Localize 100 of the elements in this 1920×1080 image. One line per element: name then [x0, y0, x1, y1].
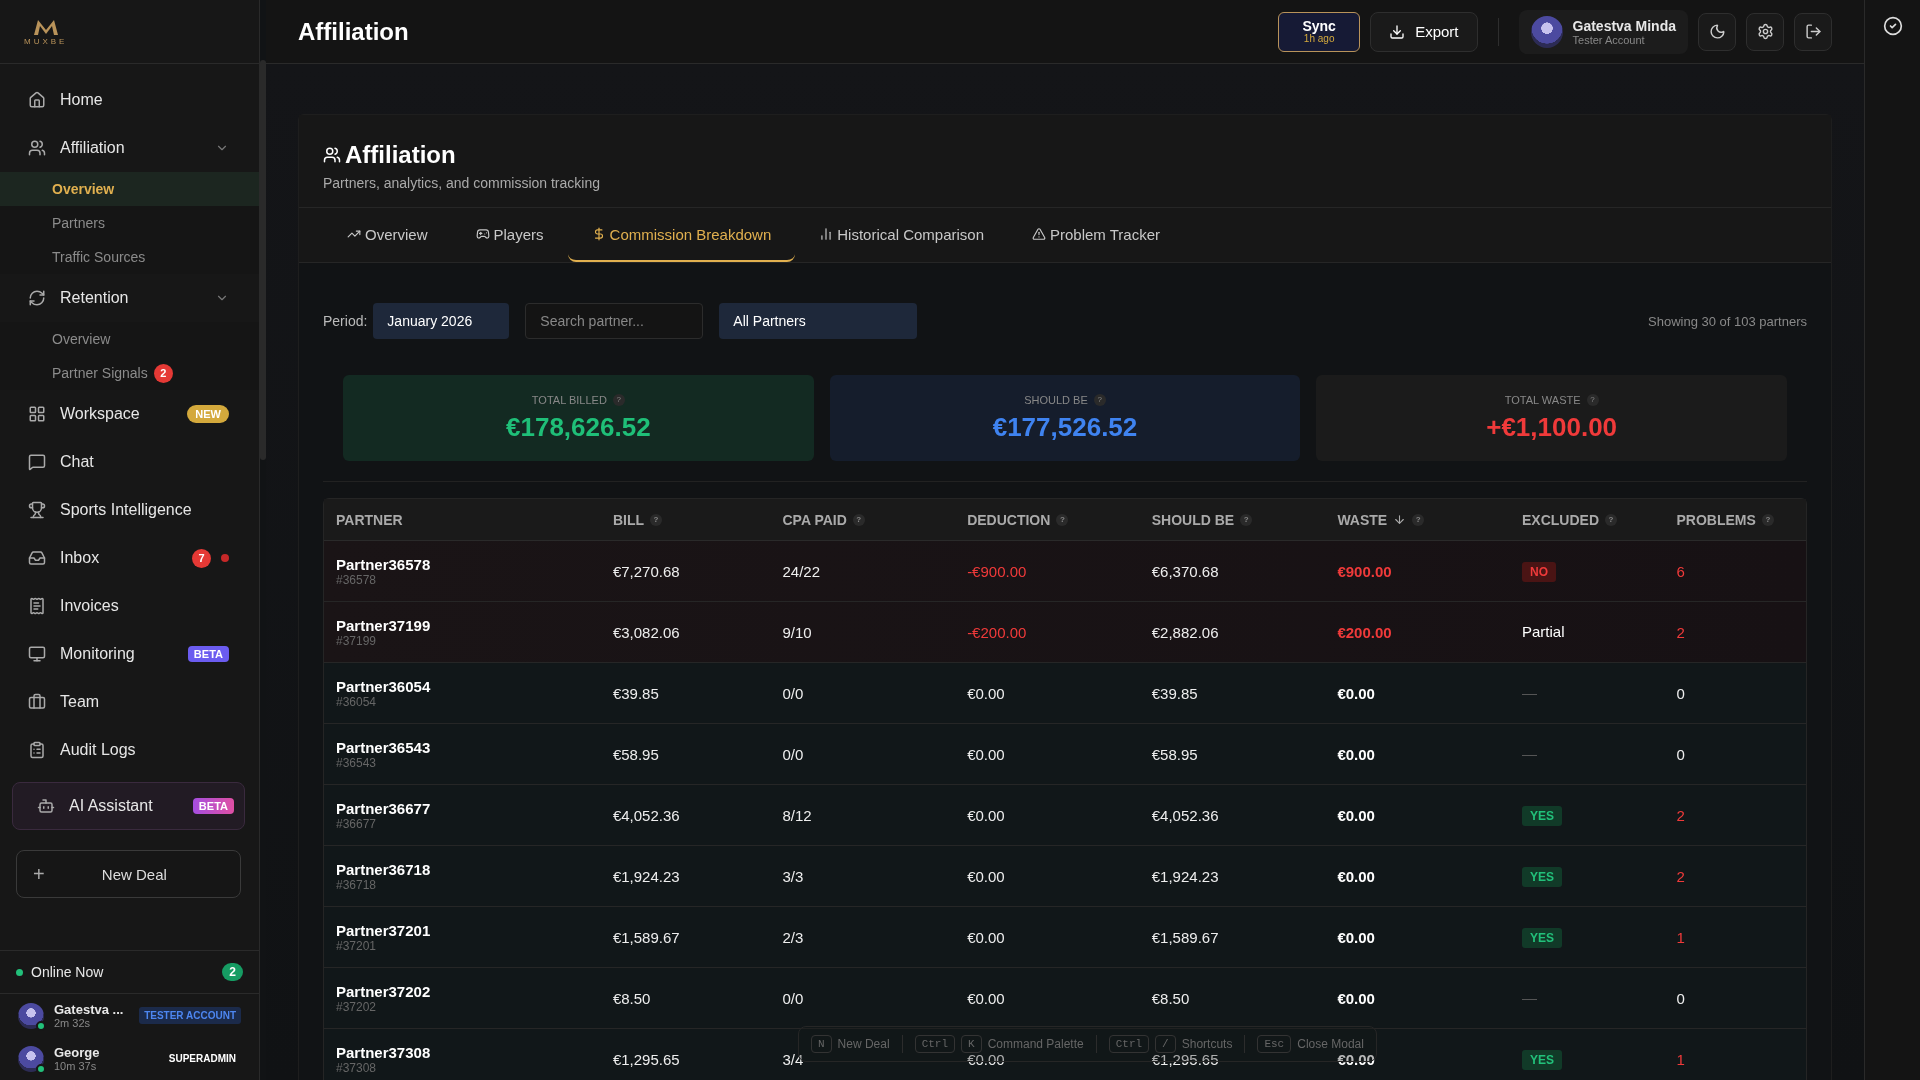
help-icon[interactable]: ? [1240, 513, 1253, 526]
table-cell-text: €8.50 [1150, 989, 1191, 1007]
help-icon[interactable]: ? [650, 513, 663, 526]
nav-icon [28, 453, 46, 471]
table-row[interactable]: Partner36054 #36054 €39.85 0/0 €0.00 €39.85 €0.00 — 0 [324, 663, 1806, 724]
ai-assistant-item[interactable]: AI Assistant BETA [12, 782, 245, 830]
help-icon[interactable]: ? [852, 513, 865, 526]
nav-item[interactable]: Team [12, 678, 245, 726]
nav-item[interactable]: Inbox 7 [12, 534, 245, 582]
nav-item[interactable]: Chat [12, 438, 245, 486]
table-cell-text: 3/4 [781, 1050, 805, 1068]
nav-item[interactable]: Retention [12, 274, 245, 322]
partner-id: #36718 [336, 877, 378, 892]
column-header[interactable]: WASTE [1337, 511, 1388, 528]
partner-name: Partner36543 [336, 738, 432, 756]
label-badge: BETA [187, 646, 229, 662]
table-row[interactable]: Partner36718 #36718 €1,924.23 3/3 €0.00 €1,924.23 €0.00 YES 2 [324, 846, 1806, 907]
help-icon[interactable]: ? [1412, 513, 1425, 526]
avatar [18, 1045, 44, 1072]
status-badge: YES [1522, 928, 1562, 948]
export-button[interactable]: Export [1370, 11, 1478, 52]
logo[interactable]: MUXBE [24, 17, 68, 46]
nav-item[interactable]: Sports Intelligence [12, 486, 245, 534]
table-cell-text: €0.00 [1336, 806, 1376, 824]
card-label: TOTAL BILLED [531, 393, 607, 406]
partner-id: #36677 [336, 816, 378, 831]
nav-subitem[interactable]: Partners [0, 206, 259, 240]
shortcut-label: Close Modal [1297, 1037, 1364, 1051]
column-header[interactable]: EXCLUDED [1522, 511, 1599, 528]
table-row[interactable]: Partner36677 #36677 €4,052.36 8/12 €0.00 €4,052.36 €0.00 YES 2 [324, 785, 1806, 846]
nav-item[interactable]: Audit Logs [12, 726, 245, 774]
scrollbar[interactable] [260, 60, 266, 460]
table-cell-text: 2/3 [781, 928, 805, 946]
partner-id: #37199 [336, 633, 378, 648]
role-badge: TESTER ACCOUNT [139, 1007, 241, 1024]
partner-name: Partner37308 [336, 1043, 432, 1061]
nav-item[interactable]: Invoices [12, 582, 245, 630]
summary-card: SHOULD BE ? €177,526.52 [829, 375, 1301, 461]
sync-button[interactable]: Sync 1h ago [1278, 11, 1361, 52]
partner-id: #36543 [336, 755, 378, 770]
tab[interactable]: Overview [323, 208, 452, 262]
table-row[interactable]: Partner37199 #37199 €3,082.06 9/10 -€200.00 €2,882.06 €200.00 Partial 2 [324, 602, 1806, 663]
tab[interactable]: Historical Comparison [795, 208, 1008, 262]
tab[interactable]: Problem Tracker [1008, 208, 1185, 262]
help-icon[interactable]: ? [1056, 513, 1069, 526]
user-menu[interactable]: Gatestva Minda Tester Account [1518, 9, 1688, 54]
gamepad-icon [475, 227, 490, 241]
column-header[interactable]: BILL [612, 511, 645, 528]
nav-subitem[interactable]: Partner Signals 2 [0, 356, 259, 390]
table-cell-text: 2 [1675, 867, 1686, 885]
partner-name: Partner37202 [336, 982, 432, 1000]
table-cell-text: €0.00 [1336, 867, 1376, 885]
nav-item[interactable]: Monitoring BETA [12, 630, 245, 678]
table-cell-text: 0 [1675, 684, 1686, 702]
settings-icon[interactable] [1746, 12, 1784, 51]
nav-subitem[interactable]: Traffic Sources [0, 240, 259, 274]
table-cell-text: €3,082.06 [611, 623, 681, 641]
nav-icon [28, 289, 46, 307]
help-icon[interactable]: ? [1761, 513, 1774, 526]
column-header[interactable]: SHOULD BE [1151, 511, 1235, 528]
session-time: 2m 32s [54, 1017, 92, 1029]
column-header[interactable]: CPA PAID [782, 511, 847, 528]
moon-icon[interactable] [1698, 12, 1736, 51]
table-cell-text: €0.00 [1336, 928, 1376, 946]
partner-select[interactable]: All Partners [719, 303, 918, 339]
robot-icon [37, 797, 55, 815]
nav-item[interactable]: Workspace NEW [12, 390, 245, 438]
card-label: SHOULD BE [1024, 393, 1088, 406]
nav-item[interactable]: Affiliation [12, 124, 245, 172]
table-row[interactable]: Partner37202 #37202 €8.50 0/0 €0.00 €8.50 €0.00 — 0 [324, 968, 1806, 1029]
table-row[interactable]: Partner37201 #37201 €1,589.67 2/3 €0.00 €1,589.67 €0.00 YES 1 [324, 907, 1806, 968]
period-label: Period: [323, 313, 368, 329]
search-field[interactable]: Search partner... [525, 303, 704, 339]
nav-subitem[interactable]: Overview [0, 322, 259, 356]
check-icon[interactable] [1882, 16, 1903, 36]
table-cell-text: €200.00 [1336, 623, 1393, 641]
column-header[interactable]: PARTNER [336, 511, 403, 528]
tab[interactable]: Players [451, 208, 568, 262]
table-cell-text: €0.00 [1336, 745, 1376, 763]
column-header[interactable]: PROBLEMS [1676, 511, 1756, 528]
summary-card: TOTAL WASTE ? +€1,100.00 [1316, 375, 1787, 461]
key-cap: Ctrl [1108, 1035, 1150, 1053]
table-cell-text: -€200.00 [966, 623, 1028, 641]
table-cell-text: €1,924.23 [1150, 867, 1220, 885]
help-icon[interactable]: ? [1605, 513, 1617, 526]
help-icon[interactable]: ? [612, 393, 625, 406]
new-deal-button[interactable]: + New Deal [16, 850, 241, 898]
help-icon[interactable]: ? [1093, 393, 1106, 406]
key-cap: K [961, 1035, 982, 1053]
logout-icon[interactable] [1794, 12, 1832, 51]
nav-subitem[interactable]: Overview [0, 172, 259, 206]
column-header[interactable]: DEDUCTION [967, 511, 1051, 528]
table-row[interactable]: Partner36578 #36578 €7,270.68 24/22 -€900.00 €6,370.68 €900.00 NO 6 [324, 541, 1806, 602]
table-cell-text: 3/3 [781, 867, 805, 885]
key-cap: Ctrl [914, 1035, 956, 1053]
download-icon [1389, 23, 1406, 40]
period-select[interactable]: January 2026 [373, 303, 510, 339]
table-row[interactable]: Partner36543 #36543 €58.95 0/0 €0.00 €58.95 €0.00 — 0 [324, 724, 1806, 785]
nav-item[interactable]: Home [12, 76, 245, 124]
help-icon[interactable]: ? [1586, 393, 1599, 406]
